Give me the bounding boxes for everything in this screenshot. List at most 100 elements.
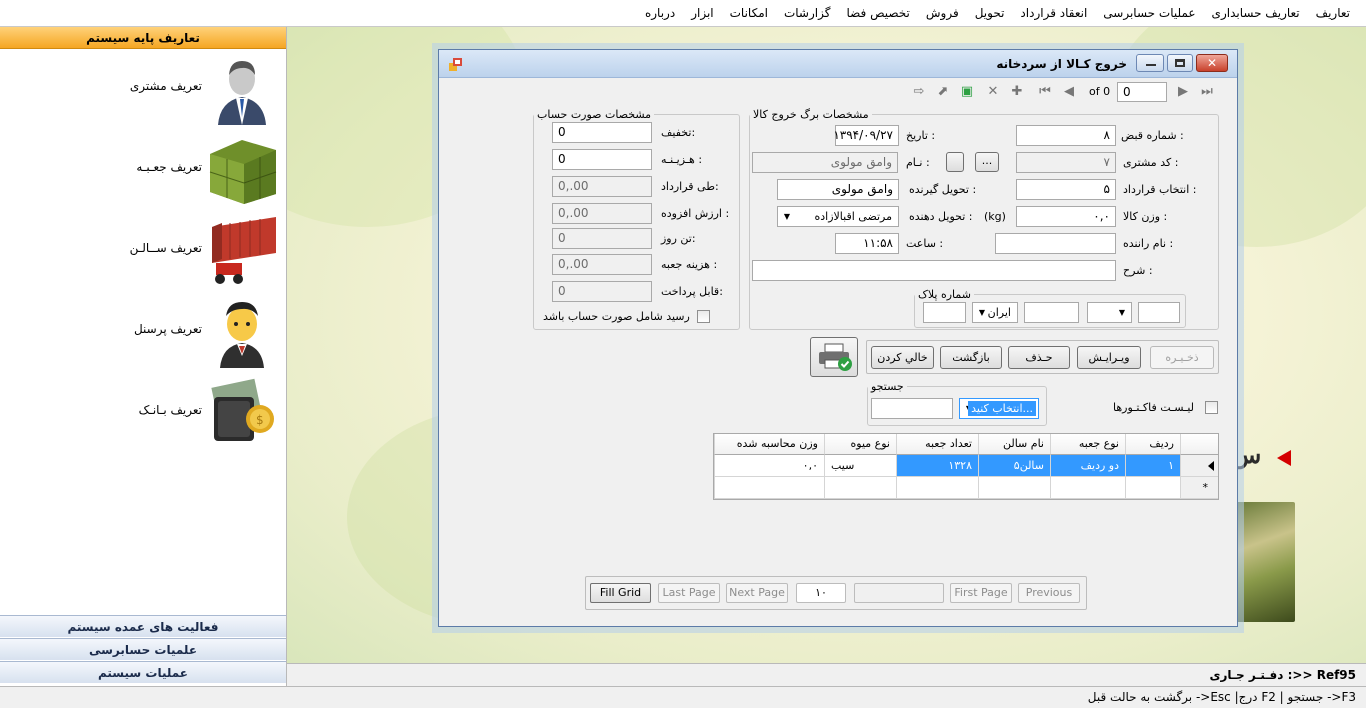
plate-country-select[interactable]: ▼ ایران <box>972 302 1018 323</box>
menu-space-allocation[interactable]: تخصیص فضا <box>838 0 917 27</box>
chat-icon[interactable]: ▣ <box>959 84 975 100</box>
next-page-button[interactable]: Next Page <box>726 583 788 603</box>
driver-field[interactable] <box>995 233 1116 254</box>
menu-tools[interactable]: ابزار <box>683 0 721 27</box>
deliverer-select[interactable]: ▼ مرتضی اقبالازاده <box>777 206 899 227</box>
export-icon[interactable]: ⇨ <box>911 84 927 100</box>
open-icon[interactable]: ⬈ <box>935 84 951 100</box>
grid-header-box-count[interactable]: تعداد جعبه <box>896 434 978 455</box>
grid-cell-fruit-type[interactable]: سیب <box>824 455 896 477</box>
grid-new-cell[interactable] <box>824 477 896 499</box>
grid-header-fruit-type[interactable]: نوع میوه <box>824 434 896 455</box>
browse-customer-button[interactable]: ... <box>975 152 999 172</box>
left-panel-system-operations[interactable]: عملیات سیستم <box>0 661 286 683</box>
move-previous-icon[interactable]: ▶ <box>1175 84 1191 100</box>
menu-sales[interactable]: فروش <box>918 0 967 27</box>
search-field-select[interactable]: ▼ انتخاب کنید... <box>959 398 1039 419</box>
add-icon[interactable]: ✚ <box>1009 84 1025 100</box>
menu-contract[interactable]: انعقاد قرارداد <box>1012 0 1095 27</box>
box-cost-field[interactable]: 0,.00 <box>552 254 652 275</box>
menu-reports[interactable]: گزارشات <box>776 0 838 27</box>
search-input[interactable] <box>871 398 953 419</box>
grid-new-cell[interactable] <box>1050 477 1125 499</box>
receiver-field[interactable]: وامق مولوی <box>777 179 899 200</box>
grid-header-box-type[interactable]: نوع جعبه <box>1050 434 1125 455</box>
delete-button[interactable]: حـذف <box>1008 346 1070 369</box>
maximize-button[interactable] <box>1167 54 1193 72</box>
minimize-button[interactable] <box>1136 54 1164 72</box>
customer-code-label: کد مشتری : <box>1123 156 1179 169</box>
close-button[interactable]: ✕ <box>1196 54 1228 72</box>
grid-new-cell[interactable] <box>978 477 1050 499</box>
cost-field[interactable]: 0 <box>552 149 652 170</box>
plate-part-1[interactable] <box>1138 302 1180 323</box>
app-icon <box>449 58 462 71</box>
nav-define-box[interactable]: تعریف جعـبـه <box>0 130 286 210</box>
plate-letter-select[interactable]: ▼ <box>1087 302 1132 323</box>
grid-cell-row-no[interactable]: ۱ <box>1125 455 1180 477</box>
nav-define-customer[interactable]: تعریف مشتری <box>0 49 286 129</box>
grid-cell-hall-name[interactable]: سالن۵ <box>978 455 1050 477</box>
save-button[interactable]: ذخـیـره <box>1150 346 1214 369</box>
grid-cell-box-count[interactable]: ۱۳۲۸ <box>896 455 978 477</box>
dialog-titlebar[interactable]: خروج کـالا از سردخانه ✕ <box>439 50 1237 78</box>
grid-new-cell[interactable] <box>896 477 978 499</box>
customer-picker-button[interactable] <box>946 152 964 172</box>
page-info-field[interactable] <box>854 583 944 603</box>
box-cost-label: هزینه جعبه : <box>661 258 718 271</box>
menu-audit-operations[interactable]: عملیات حسابرسی <box>1095 0 1203 27</box>
clear-button[interactable]: خالي كردن <box>871 346 934 369</box>
customer-code-field[interactable]: ۷ <box>1016 152 1116 173</box>
left-panel-major-activities[interactable]: فعالیت های عمده سیستم <box>0 615 286 637</box>
name-field[interactable]: وامق مولوی <box>752 152 898 173</box>
grid-row-selector[interactable] <box>1180 455 1218 477</box>
move-last-icon[interactable]: ⏮ <box>1037 84 1053 100</box>
date-field[interactable]: ۱۳۹۴/۰۹/۲۷ <box>833 125 899 146</box>
nav-define-hall[interactable]: تعریف ســالـن <box>0 211 286 291</box>
page-size-field[interactable]: ۱۰ <box>796 583 846 603</box>
previous-page-button[interactable]: Previous <box>1018 583 1080 603</box>
left-panel-audit-operations[interactable]: علمیات حسابرسی <box>0 638 286 660</box>
delete-icon[interactable]: ✕ <box>985 84 1001 100</box>
receipt-no-field[interactable]: ۸ <box>1016 125 1116 146</box>
payable-field[interactable]: 0 <box>552 281 652 302</box>
weight-field[interactable]: ۰,۰ <box>1016 206 1116 227</box>
left-panel-header[interactable]: تعاریف پایه سیستم <box>0 27 286 49</box>
time-field[interactable]: ۱۱:۵۸ <box>835 233 899 254</box>
vat-field[interactable]: 0,.00 <box>552 203 652 224</box>
include-invoice-checkbox[interactable] <box>697 310 710 323</box>
edit-button[interactable]: ویـرایـش <box>1077 346 1141 369</box>
fill-grid-button[interactable]: Fill Grid <box>590 583 651 603</box>
move-first-icon[interactable]: ⏭ <box>1199 84 1215 100</box>
grid-new-cell[interactable] <box>714 477 824 499</box>
grid-header-hall-name[interactable]: نام سالن <box>978 434 1050 455</box>
grid-header-row-no[interactable]: ردیف <box>1125 434 1180 455</box>
plate-part-2[interactable] <box>1024 302 1079 323</box>
menu-delivery[interactable]: تحویل <box>967 0 1013 27</box>
name-label: نـام : <box>906 156 930 169</box>
menu-facilities[interactable]: امکانات <box>722 0 776 27</box>
grid-cell-calculated-weight[interactable]: ۰,۰ <box>714 455 824 477</box>
contract-amount-field[interactable]: 0,.00 <box>552 176 652 197</box>
menu-definitions[interactable]: تعاریف <box>1308 0 1358 27</box>
move-next-icon[interactable]: ◀ <box>1061 84 1077 100</box>
last-page-button[interactable]: Last Page <box>658 583 720 603</box>
back-button[interactable]: بازگشت <box>940 346 1002 369</box>
menu-accounting-definitions[interactable]: تعاریف حسابداری <box>1204 0 1308 27</box>
plate-part-3[interactable] <box>923 302 966 323</box>
contract-field[interactable]: ۵ <box>1016 179 1116 200</box>
grid-header-calculated-weight[interactable]: وزن محاسبه شده <box>714 434 824 455</box>
grid-new-cell[interactable] <box>1125 477 1180 499</box>
nav-define-personnel[interactable]: تعریف پرسنل <box>0 292 286 372</box>
description-field[interactable] <box>752 260 1116 281</box>
first-page-button[interactable]: First Page <box>950 583 1012 603</box>
grid-new-row-selector[interactable]: * <box>1180 477 1218 499</box>
discount-field[interactable]: 0 <box>552 122 652 143</box>
navigator-position[interactable]: 0 <box>1117 82 1167 102</box>
grid-cell-box-type[interactable]: دو ردیف <box>1050 455 1125 477</box>
ton-day-field[interactable]: 0 <box>552 228 652 249</box>
menu-about[interactable]: درباره <box>637 0 683 27</box>
print-button[interactable] <box>810 337 858 377</box>
invoice-list-checkbox[interactable] <box>1205 401 1218 414</box>
nav-define-bank[interactable]: تعریف بـانـک $ <box>0 373 286 453</box>
